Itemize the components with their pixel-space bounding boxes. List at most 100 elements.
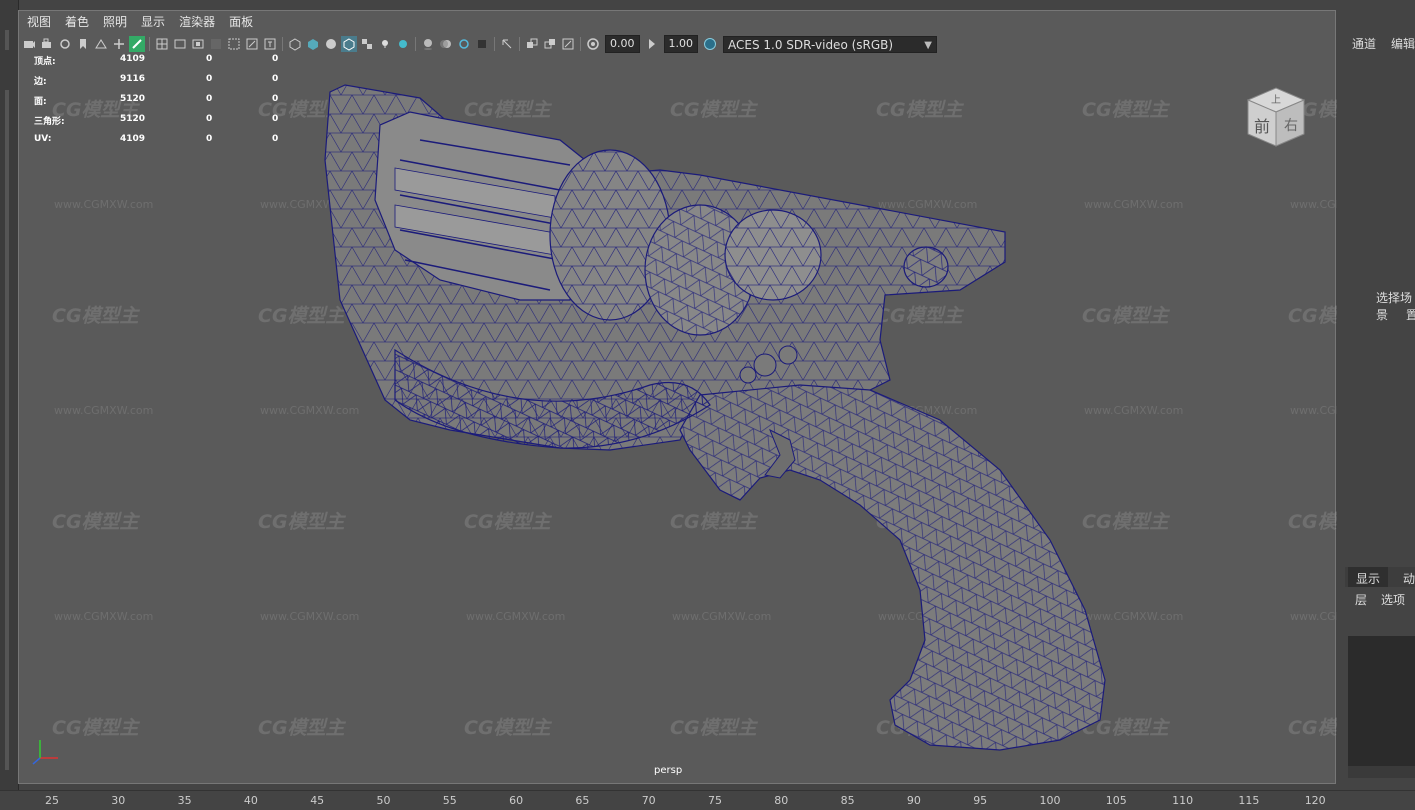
wireframe-on-shaded-icon[interactable] <box>341 36 357 52</box>
tab-anim[interactable]: 动 <box>1403 570 1415 587</box>
view-transform-select[interactable]: ACES 1.0 SDR-video (sRGB) ▼ <box>723 35 937 53</box>
empty-selection-hint-2: 置 <box>1406 308 1415 322</box>
hud-value: 0 <box>206 74 213 84</box>
xray-icon[interactable] <box>524 36 540 52</box>
timeline-tick-label: 65 <box>575 794 590 807</box>
image-plane-icon[interactable] <box>93 36 109 52</box>
hud-label: UV: <box>34 134 52 144</box>
timeline-tick-label: 100 <box>1039 794 1061 807</box>
hud-value: 0 <box>206 94 213 104</box>
strip-scrollbar[interactable] <box>5 90 9 770</box>
menu-shading[interactable]: 着色 <box>58 12 96 32</box>
toolbar-separator <box>519 37 520 51</box>
color-management-icon[interactable] <box>702 36 718 52</box>
layer-list-scrollbar[interactable] <box>1348 766 1415 778</box>
layer-list[interactable] <box>1348 636 1415 771</box>
isolate-select-icon[interactable] <box>499 36 515 52</box>
timeline-tick-label: 75 <box>708 794 722 807</box>
menu-panels[interactable]: 面板 <box>222 12 260 32</box>
wireframe-icon[interactable] <box>287 36 303 52</box>
bookmark-icon[interactable] <box>75 36 91 52</box>
timeline-tick-label: 115 <box>1238 794 1260 807</box>
camera-label: persp <box>654 765 683 776</box>
ambient-occlusion-icon[interactable] <box>420 36 436 52</box>
panel-menubar: 视图 着色 照明 显示 渲染器 面板 <box>20 12 260 32</box>
hud-row-vertices: 顶点: 4109 0 0 <box>34 52 294 72</box>
timeline-tick-label: 120 <box>1304 794 1326 807</box>
safe-action-icon[interactable] <box>244 36 260 52</box>
timeline-tick-label: 60 <box>509 794 524 807</box>
timeline-tick-label: 80 <box>774 794 789 807</box>
hud-row-edges: 边: 9116 0 0 <box>34 72 294 92</box>
camera-lock-icon[interactable] <box>39 36 55 52</box>
timeline-tick-label: 90 <box>906 794 921 807</box>
timeline-tick-label: 70 <box>641 794 656 807</box>
grid-icon[interactable] <box>154 36 170 52</box>
hud-value: 5120 <box>120 94 146 104</box>
hud-row-faces: 面: 5120 0 0 <box>34 92 294 112</box>
time-slider[interactable]: 25 30 35 40 45 50 55 60 65 70 75 80 85 90 95 100 105 110 1… <box>0 790 1415 810</box>
screw <box>778 345 798 365</box>
xray-joints-icon[interactable] <box>542 36 558 52</box>
poly-count-hud: 顶点: 4109 0 0 边: 9116 0 0 面: 5120 0 0 三角形… <box>34 52 294 152</box>
hud-value: 9116 <box>120 74 146 84</box>
axis-gizmo <box>32 740 58 765</box>
smooth-shade-icon[interactable] <box>305 36 321 52</box>
gate-mask-icon[interactable] <box>208 36 224 52</box>
toolbar-separator <box>580 37 581 51</box>
tab-channels[interactable]: 通道 <box>1352 35 1376 52</box>
menu-lighting[interactable]: 照明 <box>96 12 134 32</box>
hud-value: 0 <box>272 54 279 64</box>
backface-icon[interactable] <box>560 36 576 52</box>
timeline-tick-label: 40 <box>243 794 258 807</box>
timeline-tick-label: 50 <box>376 794 391 807</box>
menu-renderer[interactable]: 渲染器 <box>172 12 222 32</box>
toolbar-separator <box>149 37 150 51</box>
camera-select-icon[interactable] <box>21 36 37 52</box>
safe-title-icon[interactable] <box>262 36 278 52</box>
gamma-field[interactable]: 1.00 <box>663 35 698 53</box>
hud-row-triangles: 三角形: 5120 0 0 <box>34 112 294 132</box>
film-gate-icon[interactable] <box>172 36 188 52</box>
viewcube-top-label: 上 <box>1271 94 1281 106</box>
resolution-gate-icon[interactable] <box>190 36 206 52</box>
viewcube-right-label: 右 <box>1284 118 1298 134</box>
hud-value: 4109 <box>120 134 146 144</box>
anti-aliasing-icon[interactable] <box>456 36 472 52</box>
shadows-icon[interactable] <box>395 36 411 52</box>
hud-label: 三角形: <box>34 117 65 127</box>
tab-display[interactable]: 显示 <box>1356 570 1380 587</box>
menu-layers[interactable]: 层 <box>1355 591 1367 608</box>
timeline-tick-label: 110 <box>1172 794 1194 807</box>
gamma-icon[interactable] <box>644 36 660 52</box>
lights-icon[interactable] <box>377 36 393 52</box>
exposure-field[interactable]: 0.00 <box>605 35 640 53</box>
hud-value: 0 <box>272 74 279 84</box>
exposure-icon[interactable] <box>585 36 601 52</box>
tab-edit[interactable]: 编辑 <box>1391 35 1415 52</box>
hud-value: 0 <box>272 134 279 144</box>
default-material-icon[interactable] <box>323 36 339 52</box>
view-cube[interactable]: 上 前 右 <box>1242 82 1310 148</box>
left-tool-strip <box>0 0 19 790</box>
camera-attributes-icon[interactable] <box>57 36 73 52</box>
toolbar-separator <box>282 37 283 51</box>
hud-label: 面: <box>34 97 47 107</box>
hud-label: 顶点: <box>34 57 56 67</box>
timeline-tick-label: 25 <box>45 794 59 807</box>
motion-blur-icon[interactable] <box>438 36 454 52</box>
timeline-tick-label: 85 <box>840 794 855 807</box>
menu-view[interactable]: 视图 <box>20 12 58 32</box>
toolbar-separator <box>415 37 416 51</box>
hud-row-uvs: UV: 4109 0 0 <box>34 132 294 152</box>
pan-zoom-icon[interactable] <box>111 36 127 52</box>
hud-value: 4109 <box>120 54 146 64</box>
textured-icon[interactable] <box>359 36 375 52</box>
menu-show[interactable]: 显示 <box>134 12 172 32</box>
depth-of-field-icon[interactable] <box>474 36 490 52</box>
menu-options[interactable]: 选项 <box>1381 591 1405 608</box>
hud-value: 0 <box>206 114 213 124</box>
field-chart-icon[interactable] <box>226 36 242 52</box>
strip-handle[interactable] <box>5 30 9 50</box>
grease-pencil-icon[interactable] <box>129 36 145 52</box>
